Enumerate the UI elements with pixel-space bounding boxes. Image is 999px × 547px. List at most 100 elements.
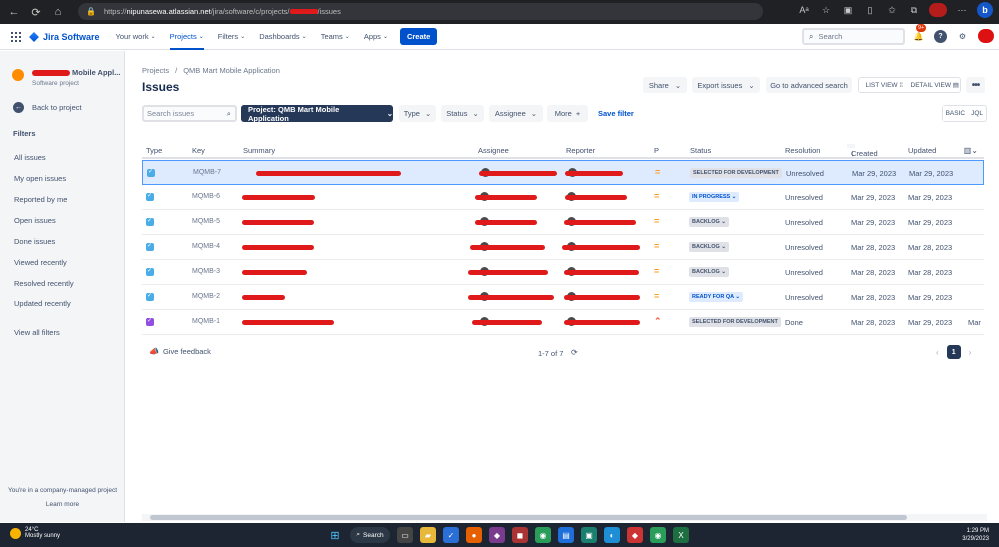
filter-my-open-issues[interactable]: My open issues	[14, 174, 66, 183]
col-resolution[interactable]: Resolution	[785, 146, 820, 155]
status-badge[interactable]: READY FOR QA ⌄	[689, 292, 744, 302]
notes-icon[interactable]: ▤	[558, 527, 574, 543]
issue-key[interactable]: MQMB-1	[192, 318, 220, 325]
filter-done-issues[interactable]: Done issues	[14, 237, 55, 246]
col-summary[interactable]: Summary	[243, 146, 275, 155]
basic-mode-button[interactable]: BASIC	[942, 106, 969, 121]
page-button-current[interactable]: 1	[946, 345, 961, 359]
filter-updated-recently[interactable]: Updated recently	[14, 299, 71, 308]
status-badge[interactable]: BACKLOG ⌄	[689, 217, 729, 227]
col-assignee[interactable]: Assignee	[478, 146, 509, 155]
table-row[interactable]: MQMB-3 = BACKLOG ⌄ Unresolved Mar 28, 20…	[142, 260, 984, 285]
table-row[interactable]: MQMB-2 = READY FOR QA ⌄ Unresolved Mar 2…	[142, 285, 984, 310]
assignee-filter-button[interactable]: Assignee ⌄	[489, 105, 543, 122]
view-all-filters-link[interactable]: View all filters	[14, 328, 60, 337]
table-row[interactable]: MQMB-1 ⌃ SELECTED FOR DEVELOPMENT Done M…	[142, 310, 984, 335]
breadcrumb-projects[interactable]: Projects	[142, 66, 169, 75]
issue-key[interactable]: MQMB-5	[192, 218, 220, 225]
filter-reported-by-me[interactable]: Reported by me	[14, 195, 67, 204]
collections-icon[interactable]: ⧉	[907, 5, 921, 16]
top-search-input[interactable]: ⌕ Search	[802, 28, 905, 45]
column-config-icon[interactable]: ▥⌄	[964, 146, 978, 155]
search-issues-input[interactable]: Search issues ⌕	[142, 105, 237, 122]
weather-widget[interactable]: 24°C Mostly sunny	[10, 527, 60, 539]
col-type[interactable]: Type	[146, 146, 162, 155]
share-button[interactable]: Share ⌄	[643, 77, 687, 93]
filter-resolved-recently[interactable]: Resolved recently	[14, 279, 74, 288]
give-feedback-link[interactable]: 📣 Give feedback	[149, 347, 211, 356]
nav-teams[interactable]: Teams ⌄	[321, 24, 350, 50]
menu-dots-icon[interactable]: ⋯	[955, 5, 969, 16]
type-filter-button[interactable]: Type ⌄	[399, 105, 436, 122]
issue-key[interactable]: MQMB-3	[192, 268, 220, 275]
back-arrow-icon[interactable]: ←	[3, 1, 25, 23]
app-icon[interactable]: ✓	[443, 527, 459, 543]
status-filter-button[interactable]: Status ⌄	[441, 105, 484, 122]
issue-key[interactable]: MQMB-7	[193, 169, 221, 176]
filter-all-issues[interactable]: All issues	[14, 153, 46, 162]
learn-more-link[interactable]: Learn more	[0, 501, 125, 508]
app-icon[interactable]: ◆	[489, 527, 505, 543]
table-row[interactable]: MQMB-4 = BACKLOG ⌄ Unresolved Mar 28, 20…	[142, 235, 984, 260]
chevron-left-icon[interactable]: ‹	[936, 348, 939, 357]
app-icon[interactable]: ◼	[512, 527, 528, 543]
horizontal-scrollbar[interactable]	[142, 514, 987, 521]
save-filter-link[interactable]: Save filter	[598, 109, 634, 118]
col-status[interactable]: Status	[690, 146, 711, 155]
settings-gear-icon[interactable]: ⚙	[956, 30, 969, 43]
file-explorer-icon[interactable]: ▰	[420, 527, 436, 543]
nav-projects[interactable]: Projects ⌄	[169, 24, 204, 50]
advanced-search-button[interactable]: Go to advanced search	[766, 77, 852, 93]
col-updated[interactable]: Updated	[908, 146, 936, 155]
extension-icon[interactable]: ▣	[841, 5, 855, 16]
excel-icon[interactable]: X	[673, 527, 689, 543]
list-view-button[interactable]: LIST VIEW ⁞⁞	[859, 82, 910, 89]
breadcrumb-project[interactable]: QMB Mart Mobile Application	[183, 66, 280, 75]
more-actions-button[interactable]: •••	[966, 77, 985, 93]
scrollbar-thumb[interactable]	[150, 515, 907, 520]
read-aloud-icon[interactable]: Aᵃ	[797, 5, 811, 15]
app-icon[interactable]: ◆	[627, 527, 643, 543]
user-avatar[interactable]	[978, 29, 994, 43]
home-icon[interactable]: ⌂	[47, 1, 69, 23]
status-badge[interactable]: SELECTED FOR DEVELOPMENT	[689, 317, 781, 327]
help-icon[interactable]: ?	[934, 29, 947, 43]
issue-key[interactable]: MQMB-4	[192, 243, 220, 250]
back-to-project-link[interactable]: ← Back to project	[13, 102, 82, 113]
issue-key[interactable]: MQMB-2	[192, 293, 220, 300]
table-row[interactable]: MQMB-5 = BACKLOG ⌄ Unresolved Mar 29, 20…	[142, 210, 984, 235]
status-badge[interactable]: SELECTED FOR DEVELOPMENT	[690, 168, 782, 178]
app-switcher-icon[interactable]	[11, 31, 21, 42]
status-badge[interactable]: BACKLOG ⌄	[689, 267, 729, 277]
system-clock[interactable]: 1:29 PM 3/29/2023	[962, 527, 989, 543]
nav-dashboards[interactable]: Dashboards ⌄	[259, 24, 306, 50]
table-row[interactable]: MQMB-7 = SELECTED FOR DEVELOPMENT Unreso…	[142, 160, 984, 185]
notifications-icon[interactable]: 🔔 9+	[912, 23, 927, 43]
col-created[interactable]: Created ↓	[847, 144, 878, 158]
refresh-icon[interactable]: ⟳	[571, 348, 578, 357]
firefox-icon[interactable]: ●	[466, 527, 482, 543]
col-key[interactable]: Key	[192, 146, 205, 155]
nav-your-work[interactable]: Your work ⌄	[116, 24, 156, 50]
col-priority[interactable]: P	[654, 146, 659, 155]
jira-logo[interactable]: Jira Software	[29, 32, 100, 42]
col-reporter[interactable]: Reporter	[566, 146, 595, 155]
table-row[interactable]: MQMB-6 = IN PROGRESS ⌄ Unresolved Mar 29…	[142, 185, 984, 210]
project-filter-button[interactable]: Project: QMB Mart Mobile Application ⌄	[241, 105, 393, 123]
issue-key[interactable]: MQMB-6	[192, 193, 220, 200]
project-header[interactable]: Mobile Appl... Software project	[12, 68, 120, 87]
filter-viewed-recently[interactable]: Viewed recently	[14, 258, 67, 267]
profile-avatar[interactable]	[929, 3, 947, 17]
task-view-icon[interactable]: ▭	[397, 527, 413, 543]
chevron-right-icon[interactable]: ›	[969, 348, 972, 357]
favorites-icon[interactable]: ✩	[885, 5, 899, 16]
address-bar[interactable]: 🔒 https://nipunasewa.atlassian.net/jira/…	[78, 3, 763, 20]
bing-icon[interactable]: b	[977, 2, 993, 18]
windows-start-icon[interactable]: ⊞	[327, 527, 343, 543]
edge-icon[interactable]: ◐	[604, 527, 620, 543]
export-issues-button[interactable]: Export issues ⌄	[692, 77, 760, 93]
chrome-icon[interactable]: ◉	[650, 527, 666, 543]
favorite-add-icon[interactable]: ☆	[819, 5, 833, 16]
taskbar-search[interactable]: ⌕ Search	[350, 527, 390, 543]
detail-view-button[interactable]: DETAIL VIEW ▤	[910, 81, 961, 89]
